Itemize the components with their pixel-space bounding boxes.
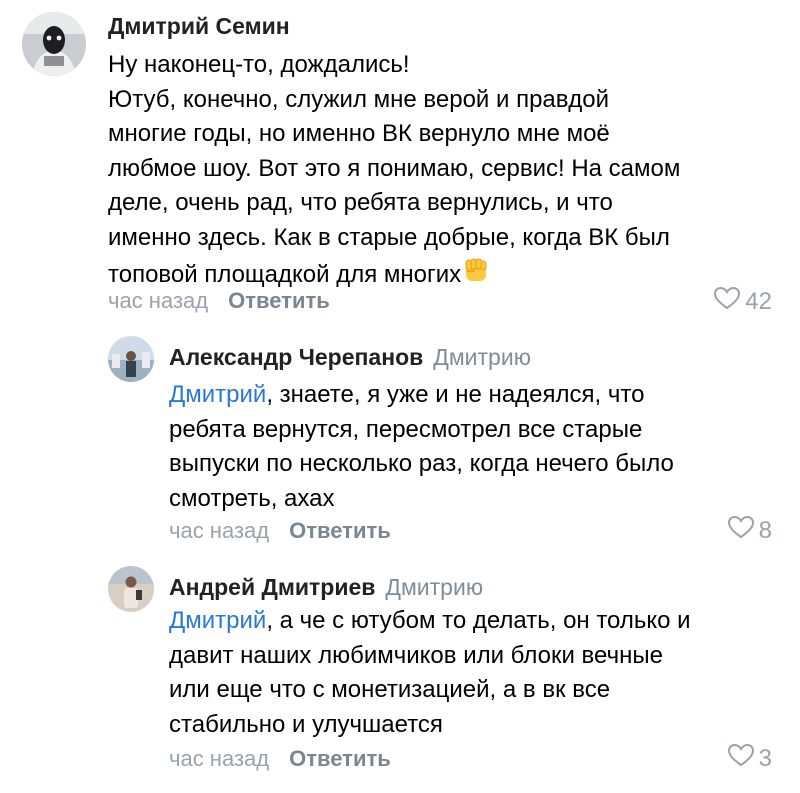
comment-text-line: Дмитрий, знаете, я уже и не надеялся, чт… bbox=[169, 378, 789, 413]
comment-text-fragment: , а че с ютубом то делать, он только и bbox=[266, 607, 691, 634]
comment-text-line: смотреть, ахах bbox=[169, 484, 335, 512]
heart-icon bbox=[727, 515, 755, 546]
like-button[interactable]: 8 bbox=[727, 515, 772, 546]
comment-text-line: Ютуб, конечно, служил мне верой и правдо… bbox=[108, 85, 609, 113]
comment-author: Андрей Дмитриев Дмитрию bbox=[169, 574, 483, 601]
heart-icon bbox=[727, 743, 755, 774]
comment-text-line: деле, очень рад, что ребята вернулись, и… bbox=[108, 189, 613, 216]
comment-text: Ну наконец-то, дождались! Ютуб, конечно,… bbox=[108, 48, 788, 296]
like-button[interactable]: 42 bbox=[713, 286, 772, 317]
comment-text-line: выпуски по несколько раз, когда нечего б… bbox=[169, 450, 674, 477]
comment-text-line: давит наших любимчиков или блоки вечные bbox=[169, 641, 663, 669]
comment-text-line: стабильно и улучшается bbox=[169, 710, 443, 738]
comment-text-line: или еще что с монетизацией, а в вк все bbox=[169, 676, 611, 703]
comment-text-line: ребята вернутся, пересмотрел все старые bbox=[169, 415, 643, 443]
comment-meta: час назад Ответить bbox=[169, 746, 391, 772]
like-count: 3 bbox=[758, 744, 772, 772]
like-button[interactable]: 3 bbox=[727, 743, 772, 774]
fist-emoji-icon bbox=[461, 255, 491, 296]
comment-author[interactable]: Дмитрий Семин bbox=[108, 13, 290, 40]
comment-meta: час назад Ответить bbox=[169, 518, 391, 544]
comment-time: час назад bbox=[108, 288, 209, 313]
reply-to-name[interactable]: Дмитрию bbox=[385, 574, 483, 600]
author-name[interactable]: Александр Черепанов bbox=[169, 344, 423, 370]
reply-button[interactable]: Ответить bbox=[289, 518, 391, 543]
avatar[interactable] bbox=[108, 336, 154, 382]
comment-text: Дмитрий, а че с ютубом то делать, он тол… bbox=[169, 604, 789, 742]
avatar[interactable] bbox=[108, 566, 154, 612]
reply-button[interactable]: Ответить bbox=[289, 746, 391, 771]
like-count: 8 bbox=[758, 516, 772, 544]
comment-text-line: топовой площадкой для многих bbox=[108, 261, 462, 288]
comment-text: Дмитрий, знаете, я уже и не надеялся, чт… bbox=[169, 378, 789, 516]
comment-text-line: именно здесь. Как в старые добрые, когда… bbox=[108, 223, 670, 251]
mention-link[interactable]: Дмитрий bbox=[169, 381, 266, 408]
reply-button[interactable]: Ответить bbox=[228, 288, 330, 313]
comment-text-line: многие годы, но именно ВК вернуло мне мо… bbox=[108, 120, 610, 147]
author-name[interactable]: Андрей Дмитриев bbox=[169, 574, 375, 600]
comment-text-line: Дмитрий, а че с ютубом то делать, он тол… bbox=[169, 604, 789, 639]
like-count: 42 bbox=[745, 287, 772, 315]
mention-link[interactable]: Дмитрий bbox=[169, 607, 266, 634]
avatar[interactable] bbox=[22, 12, 86, 76]
comment-text-fragment: , знаете, я уже и не надеялся, что bbox=[266, 381, 645, 408]
comment-meta: час назад Ответить bbox=[108, 288, 330, 314]
reply-to-name[interactable]: Дмитрию bbox=[433, 344, 531, 370]
heart-icon bbox=[713, 286, 741, 317]
comment-author: Александр Черепанов Дмитрию bbox=[169, 344, 531, 371]
comment-time: час назад bbox=[169, 518, 270, 543]
comment-time: час назад bbox=[169, 746, 270, 771]
comment-text-line: Ну наконец-то, дождались! bbox=[108, 51, 410, 78]
comment-text-line: любмое шоу. Вот это я понимаю, сервис! Н… bbox=[108, 154, 681, 182]
